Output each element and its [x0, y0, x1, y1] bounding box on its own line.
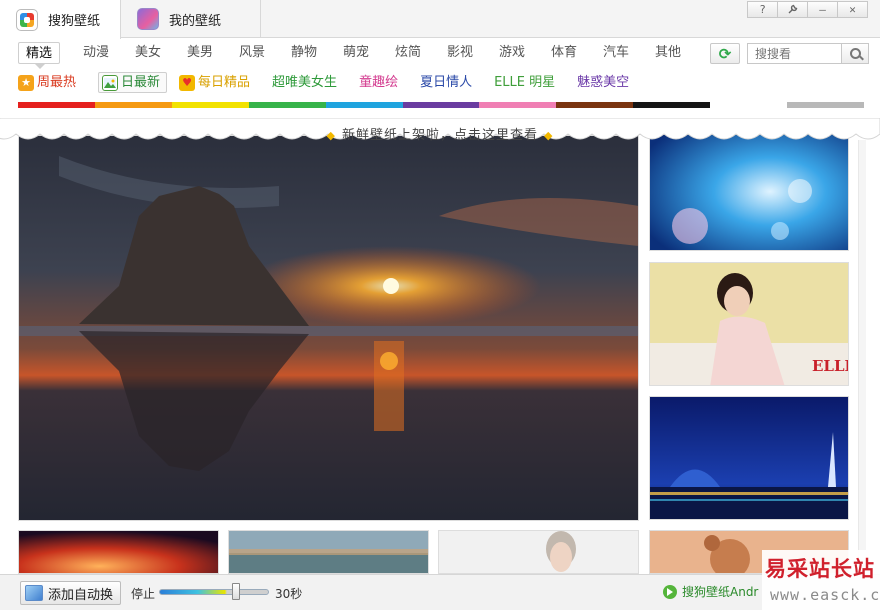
category-minimal[interactable]: 炫简 — [382, 42, 434, 64]
window-controls: ? — ✕ — [747, 1, 868, 18]
search-icon — [849, 48, 861, 59]
bottom-toolbar: 添加自动换 停止 30秒 搜狗壁纸Andr — [0, 574, 880, 610]
category-other[interactable]: 其他 — [642, 42, 694, 64]
sparkle-icon: ◆ — [544, 128, 554, 142]
category-bar: 精选 动漫 美女 美男 风景 静物 萌宠 炫简 影视 游戏 体育 汽车 其他 — [18, 42, 694, 69]
tag-label: 童趣绘 — [359, 75, 399, 90]
tag-weekly-hot[interactable]: ★ 周最热 — [18, 73, 76, 92]
portrait-image — [439, 531, 638, 573]
tag-daily-pick[interactable]: ♥ 每日精品 — [179, 73, 250, 92]
category-handsome[interactable]: 美男 — [174, 42, 226, 64]
sunset-image — [19, 136, 638, 520]
wrench-icon — [788, 4, 798, 14]
new-wallpaper-banner[interactable]: ◆ 新鲜壁纸上架啦，点击这里查看 ◆ — [0, 118, 880, 148]
tab-sogou-wallpaper[interactable]: 搜狗壁纸 — [0, 0, 121, 39]
coast-image — [229, 531, 428, 573]
help-button[interactable]: ? — [747, 1, 778, 18]
auto-change-label: 添加自动换 — [48, 587, 114, 603]
tag-label: 夏日情人 — [420, 75, 473, 90]
tag-label: 魅惑美空 — [577, 75, 630, 90]
wallpaper-bokeh-blue[interactable] — [649, 130, 849, 251]
interval-slider[interactable] — [159, 589, 269, 595]
picture-icon — [102, 74, 119, 91]
tag-label: 周最热 — [37, 75, 77, 90]
category-featured[interactable]: 精选 — [18, 42, 60, 69]
category-sports[interactable]: 体育 — [538, 42, 590, 64]
tag-label: 日最新 — [121, 75, 161, 90]
tag-bar: ★ 周最热 日最新 ♥ 每日精品 超唯美女生 童趣绘 夏日情人 ELLE 明星 … — [18, 72, 651, 93]
refresh-icon: ⟳ — [718, 44, 732, 63]
tag-label: 超唯美女生 — [272, 75, 338, 90]
my-wallpaper-icon — [137, 8, 159, 30]
settings-button[interactable] — [777, 1, 808, 18]
tag-beautiful-girls[interactable]: 超唯美女生 — [272, 73, 337, 92]
color-strip-segment[interactable] — [248, 102, 326, 108]
color-strip-segment[interactable] — [556, 102, 634, 108]
interval-value: 30秒 — [275, 587, 303, 601]
search-button[interactable] — [841, 43, 869, 64]
tag-summer-lovers[interactable]: 夏日情人 — [420, 73, 472, 92]
bokeh-image — [650, 131, 848, 250]
category-scenery[interactable]: 风景 — [226, 42, 278, 64]
watermark-title: 易采站长站 — [765, 556, 875, 581]
wallpaper-coast-town[interactable] — [228, 530, 429, 574]
sparkle-icon: ◆ — [326, 128, 336, 142]
tag-label: 每日精品 — [198, 75, 251, 90]
tag-charming-beauty[interactable]: 魅惑美空 — [577, 73, 629, 92]
color-strip-segment[interactable] — [710, 102, 788, 108]
color-strip-segment[interactable] — [18, 102, 95, 108]
category-still-life[interactable]: 静物 — [278, 42, 330, 64]
city-night-image — [650, 397, 848, 519]
wallpaper-city-night[interactable] — [649, 396, 849, 520]
color-strip-segment[interactable] — [479, 102, 557, 108]
category-pets[interactable]: 萌宠 — [330, 42, 382, 64]
color-strip-segment[interactable] — [325, 102, 403, 108]
category-anime[interactable]: 动漫 — [70, 42, 122, 64]
elle-brand-text: ELLE — [812, 357, 848, 375]
search-input[interactable] — [747, 43, 842, 64]
banner-text: ◆ 新鲜壁纸上架啦，点击这里查看 ◆ — [326, 127, 554, 143]
stop-label: 停止 — [131, 587, 156, 601]
close-button[interactable]: ✕ — [837, 1, 868, 18]
title-bar: 搜狗壁纸 我的壁纸 ? — ✕ — [0, 0, 880, 39]
add-auto-change-button[interactable]: 添加自动换 — [20, 581, 121, 605]
minimize-button[interactable]: — — [807, 1, 838, 18]
star-icon: ★ — [18, 74, 34, 91]
wallpaper-sunset-island[interactable] — [18, 135, 639, 521]
color-strip-segment[interactable] — [402, 102, 480, 108]
category-movies[interactable]: 影视 — [434, 42, 486, 64]
category-games[interactable]: 游戏 — [486, 42, 538, 64]
category-beauty[interactable]: 美女 — [122, 42, 174, 64]
android-label: 搜狗壁纸Andr — [682, 585, 759, 599]
watermark-url: www.easck.com — [770, 586, 880, 604]
tab-label: 我的壁纸 — [169, 13, 222, 29]
abstract-image — [19, 531, 218, 573]
tab-my-wallpaper[interactable]: 我的壁纸 — [121, 0, 261, 38]
color-strip-segment[interactable] — [787, 102, 864, 108]
category-cars[interactable]: 汽车 — [590, 42, 642, 64]
gallery-scrollbar[interactable] — [858, 140, 866, 570]
tag-childlike-art[interactable]: 童趣绘 — [359, 73, 398, 92]
play-icon — [663, 584, 677, 599]
auto-change-icon — [25, 585, 43, 601]
wallpaper-abstract-fire[interactable] — [18, 530, 219, 574]
site-watermark: 易采站长站 www.easck.com — [762, 550, 880, 610]
wallpaper-male-star[interactable] — [438, 530, 639, 574]
android-promo-link[interactable]: 搜狗壁纸Andr — [663, 583, 758, 600]
interval-slider-thumb[interactable] — [232, 583, 240, 600]
color-strip-segment[interactable] — [633, 102, 711, 108]
heart-icon: ♥ — [179, 74, 196, 91]
color-strip-segment[interactable] — [171, 102, 249, 108]
wallpaper-elle-star[interactable]: ELLE — [649, 262, 849, 386]
refresh-button[interactable]: ⟳ — [710, 43, 740, 64]
tag-label: ELLE 明星 — [494, 75, 556, 90]
color-strip-segment[interactable] — [94, 102, 172, 108]
sogou-logo-icon — [16, 8, 38, 31]
color-strip — [18, 102, 864, 108]
tag-daily-new[interactable]: 日最新 — [98, 72, 168, 93]
tab-label: 搜狗壁纸 — [48, 14, 101, 29]
tag-elle-stars[interactable]: ELLE 明星 — [494, 73, 555, 92]
